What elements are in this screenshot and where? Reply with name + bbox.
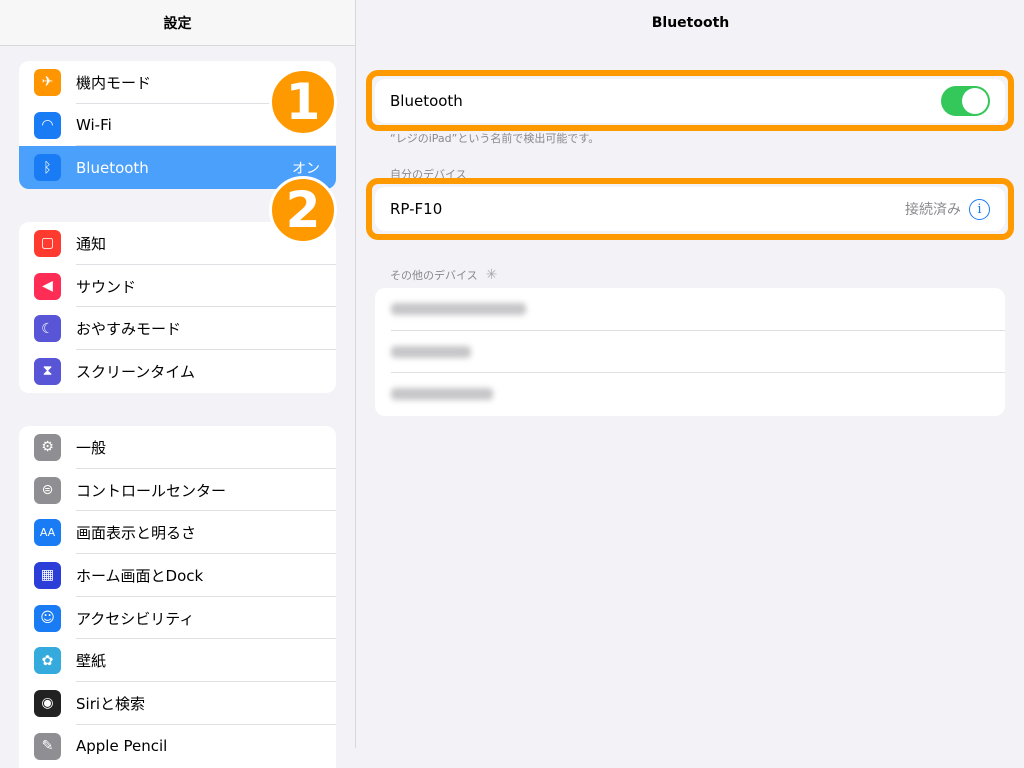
- text-size-icon: AA: [34, 519, 61, 547]
- other-devices-header: その他のデバイス ✳: [390, 267, 497, 283]
- sidebar-item-label: サウンド: [76, 277, 137, 296]
- sidebar-item[interactable]: ▦ ホーム画面とDock: [19, 554, 336, 597]
- other-devices-label: その他のデバイス: [390, 269, 478, 282]
- sidebar-item-label: アクセシビリティ: [76, 609, 195, 628]
- sidebar-item[interactable]: ☾ おやすみモード: [19, 307, 336, 350]
- bluetooth-icon: ᛒ: [34, 154, 61, 182]
- sidebar-item[interactable]: ◉ Siriと検索: [19, 682, 336, 725]
- sidebar-item-label: Siriと検索: [76, 694, 146, 713]
- device-row[interactable]: [375, 288, 1005, 331]
- bluetooth-pane: Bluetooth Bluetooth “レジのiPad”という名前で検出可能で…: [357, 0, 1024, 748]
- wifi-icon: ◠: [34, 111, 61, 139]
- hourglass-icon: ⧗: [34, 357, 61, 385]
- sidebar-item-label: コントロールセンター: [76, 481, 227, 500]
- sidebar-item[interactable]: ◀ サウンド: [19, 265, 336, 308]
- sidebar-item[interactable]: ✎ Apple Pencil: [19, 725, 336, 768]
- sidebar-item-label: Bluetooth: [76, 158, 149, 177]
- settings-group-3: ⚙ 一般 ⊜ コントロールセンター AA 画面表示と明るさ ▦ ホーム画面とDock ☺ アクセシ…: [19, 426, 336, 768]
- sidebar-item[interactable]: ⧗ スクリーンタイム: [19, 350, 336, 393]
- sidebar-item-label: 一般: [76, 438, 107, 457]
- sidebar-item[interactable]: AA 画面表示と明るさ: [19, 511, 336, 554]
- switches-icon: ⊜: [34, 476, 61, 504]
- sidebar-item[interactable]: ⊜ コントロールセンター: [19, 469, 336, 512]
- sidebar-item[interactable]: ☺ アクセシビリティ: [19, 597, 336, 640]
- sidebar-item[interactable]: ✿ 壁紙: [19, 639, 336, 682]
- sidebar-title: 設定: [0, 0, 355, 46]
- sidebar-item-label: スクリーンタイム: [76, 362, 195, 381]
- siri-icon: ◉: [34, 689, 61, 717]
- moon-icon: ☾: [34, 315, 61, 343]
- notification-icon: ▢: [34, 229, 61, 257]
- sidebar-item-label: ホーム画面とDock: [76, 566, 204, 585]
- page-title: Bluetooth: [357, 0, 1024, 45]
- step-badge-1: 1: [269, 68, 337, 136]
- grid-icon: ▦: [34, 561, 61, 589]
- sidebar-item-label: 壁紙: [76, 652, 107, 671]
- discoverable-note: “レジのiPad”という名前で検出可能です。: [390, 132, 600, 145]
- pencil-icon: ✎: [34, 732, 61, 760]
- flower-icon: ✿: [34, 647, 61, 675]
- device-row[interactable]: [375, 373, 1005, 416]
- sidebar-item[interactable]: ⚙ 一般: [19, 426, 336, 469]
- sidebar-item-value: オン: [292, 160, 320, 177]
- sound-icon: ◀: [34, 272, 61, 300]
- accessibility-icon: ☺: [34, 604, 61, 632]
- sidebar-item-label: おやすみモード: [76, 320, 182, 339]
- device-row[interactable]: [375, 331, 1005, 374]
- highlight-box-2: [366, 178, 1014, 240]
- sidebar-item-label: 画面表示と明るさ: [76, 524, 197, 543]
- step-badge-2: 2: [269, 176, 337, 244]
- loading-spinner-icon: ✳: [485, 267, 498, 283]
- highlight-box-1: [366, 70, 1014, 131]
- gear-icon: ⚙: [34, 433, 61, 461]
- airplane-icon: ✈: [34, 68, 61, 96]
- settings-group-2: ▢ 通知 ◀ サウンド ☾ おやすみモード ⧗ スクリーンタイム: [19, 222, 336, 393]
- sidebar-item-label: Apple Pencil: [76, 737, 168, 756]
- other-devices-list: [375, 288, 1005, 416]
